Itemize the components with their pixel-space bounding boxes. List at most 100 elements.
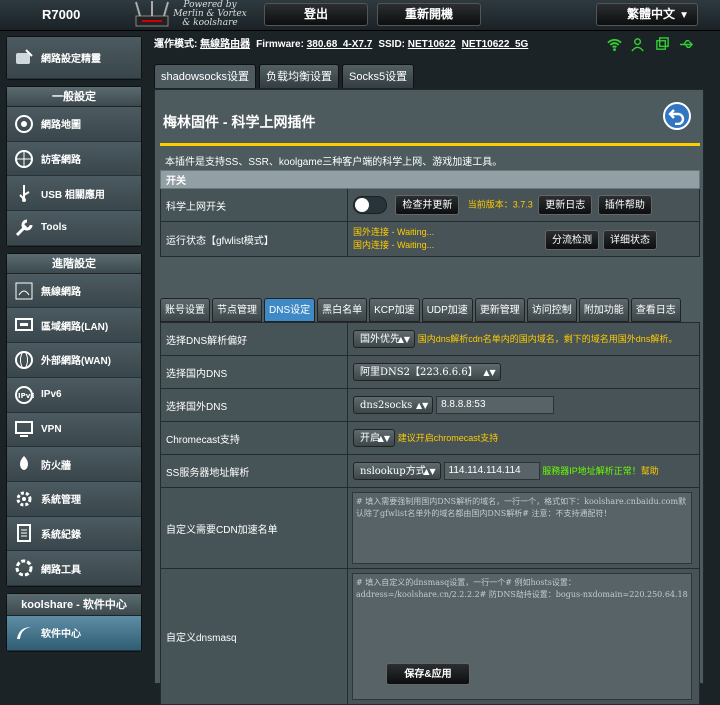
sidebar-item-usb[interactable]: USB 相關應用 [7,176,141,212]
sidebar-item-network-map[interactable]: 網路地圖 [7,107,141,142]
tab-socks5[interactable]: Socks5设置 [342,64,415,88]
reboot-button[interactable]: 重新開機 [377,3,481,26]
back-arrow-icon [668,109,685,125]
sidebar-item-label: 系統紀錄 [41,529,81,541]
tab-shadowsocks[interactable]: shadowsocks设置 [154,64,257,88]
wizard-icon [13,47,35,69]
firmware-link[interactable]: 380.68_4-X7.7 [307,34,373,56]
foreign-dns-label: 选择国外DNS [160,388,348,422]
sidebar-item-ipv6[interactable]: IPv6 IPv6 [7,377,141,413]
sidebar-item-lan[interactable]: 區域網路(LAN) [7,308,141,344]
status-icons [607,37,694,52]
subtab-extras[interactable]: 附加功能 [578,298,629,322]
sidebar-item-label: 網路設定精靈 [41,54,101,65]
firewall-icon [13,453,35,475]
dns-pref-label: 选择DNS解析偏好 [160,322,348,356]
sidebar-item-wizard[interactable]: 網路設定精靈 [7,37,141,79]
subtab-nodes[interactable]: 节点管理 [212,298,262,322]
run-status-label: 运行状态【gfwlist模式】 [160,221,348,257]
subtab-logs[interactable]: 查看日志 [630,298,681,322]
sidebar-item-label: VPN [41,423,62,435]
check-update-button[interactable]: 检查并更新 [395,195,460,215]
ssid-24g-link[interactable]: NET10622 [408,34,456,56]
settings-panel: 梅林固件 - 科学上网插件 本插件是支持SS、SSR、koolgame三种客户端… [154,89,704,705]
sidebar-item-vpn[interactable]: VPN [7,412,141,448]
subtab-kcp[interactable]: KCP加速 [369,298,420,322]
ss-resolve-select[interactable]: nslookup方式 ▲▼ [353,461,441,480]
chromecast-note: 建议开启chromecast支持 [397,433,499,443]
foreign-dns-input[interactable]: 8.8.8.8:53 [436,396,555,415]
sidebar-item-administration[interactable]: 系統管理 [7,481,141,517]
sidebar-item-software-center[interactable]: 软件中心 [7,615,141,651]
firmware-label: Firmware: [256,39,304,50]
split-detect-button[interactable]: 分流检测 [545,230,599,250]
sidebar: 網路設定精靈 一般設定 網路地圖 訪客網路 USB 相關應用 Tools 進階設… [6,36,142,658]
sidebar-item-system-log[interactable]: 系統紀錄 [7,516,141,552]
sidebar-item-label: 防火牆 [41,460,71,472]
subtab-blacklist[interactable]: 黑白名单 [317,298,368,322]
ss-resolve-input[interactable]: 114.114.114.114 [443,462,540,481]
plugin-help-button[interactable]: 插件帮助 [597,195,652,215]
tab-load-balance[interactable]: 负载均衡设置 [259,64,340,88]
svg-text:IPv6: IPv6 [18,392,34,400]
chromecast-label: Chromecast支持 [160,421,348,455]
sidebar-item-label: 外部網路(WAN) [41,356,111,368]
changelog-button[interactable]: 更新日志 [538,195,593,215]
detail-status-button[interactable]: 详细状态 [603,230,657,250]
plugin-description: 本插件是支持SS、SSR、koolgame三种客户端的科学上网、游戏加速工具。 [165,157,503,168]
sidebar-item-label: IPv6 [41,389,62,401]
subtab-update[interactable]: 更新管理 [474,298,525,322]
subtab-dns[interactable]: DNS设定 [264,298,316,322]
chromecast-select[interactable]: 开启 ▲▼ [353,429,395,447]
usb-status-icon[interactable] [679,37,694,52]
router-model: R7000 [42,7,81,22]
lan-icon [13,314,35,336]
user-icon[interactable] [631,37,646,52]
ss-resolve-label: SS服务器地址解析 [160,454,348,488]
koolshare-block: koolshare - 软件中心 软件中心 [6,592,142,652]
select-value: nslookup方式 [360,465,426,477]
wizard-block: 網路設定精靈 [6,36,142,80]
subtab-udp[interactable]: UDP加速 [421,298,473,322]
sidebar-item-wireless[interactable]: 無線網路 [7,273,141,309]
proxy-switch-toggle[interactable] [353,196,387,214]
ssid-5g-link[interactable]: NET10622_5G [462,34,529,56]
sidebar-item-tools[interactable]: Tools [7,211,141,246]
dns-pref-note: 国内dns解析cdn名单内的国内域名，剩下的域名用国外dns解析。 [417,334,678,344]
software-center-icon [13,622,35,644]
save-apply-button[interactable]: 保存&应用 [386,663,470,685]
cdn-list-textarea[interactable]: # 填入需要强制用国内DNS解析的域名，一行一个，格式如下：koolshare.… [352,492,692,564]
operation-mode-link[interactable]: 無線路由器 [200,34,250,56]
wifi-icon[interactable] [607,37,622,52]
select-arrow-icon: ▲▼ [415,400,429,410]
ss-resolve-note: 服務器IP地址解析正常！ [542,465,641,476]
title-divider [160,143,700,146]
language-select[interactable]: 繁體中文 ▼ [596,3,698,26]
select-arrow-icon: ▲▼ [377,434,390,443]
main-content: 運作模式: 無線路由器 Firmware: 380.68_4-X7.7 SSID… [154,34,704,705]
advanced-settings-title: 進階設定 [7,253,141,274]
select-value: dns2socks [360,399,413,411]
network-map-icon [13,113,35,135]
dnsmasq-label: 自定义dnsmasq [160,568,348,705]
sidebar-item-label: Tools [41,222,67,234]
foreign-dns-select[interactable]: dns2socks ▲▼ [353,395,434,414]
sidebar-item-guest-network[interactable]: 訪客網路 [7,141,141,177]
subtab-account[interactable]: 账号设置 [160,298,210,322]
sidebar-item-network-tools[interactable]: 網路工具 [7,551,141,586]
sidebar-item-firewall[interactable]: 防火牆 [7,447,141,482]
tools-icon [13,557,35,579]
copy-icon[interactable] [655,37,670,52]
sidebar-item-label: 訪客網路 [41,155,81,167]
sidebar-item-wan[interactable]: 外部網路(WAN) [7,343,141,378]
domestic-dns-select[interactable]: 阿里DNS2【223.6.6.6】 ▲▼ [353,363,501,381]
ss-resolve-help-link[interactable]: 幫助 [641,466,659,476]
switch-section: 开关 科学上网开关 检查并更新 当前版本：3.7.3 更新日志 插件帮助 运行状… [160,170,700,257]
ssid-label: SSID: [378,39,405,50]
sidebar-item-label: USB 相關應用 [41,189,105,201]
wireless-icon [13,280,35,302]
subtab-access-control[interactable]: 访问控制 [526,298,577,322]
logout-button[interactable]: 登出 [264,3,368,26]
back-button[interactable] [663,102,691,130]
dns-pref-select[interactable]: 国外优先 ▲▼ [353,330,415,348]
